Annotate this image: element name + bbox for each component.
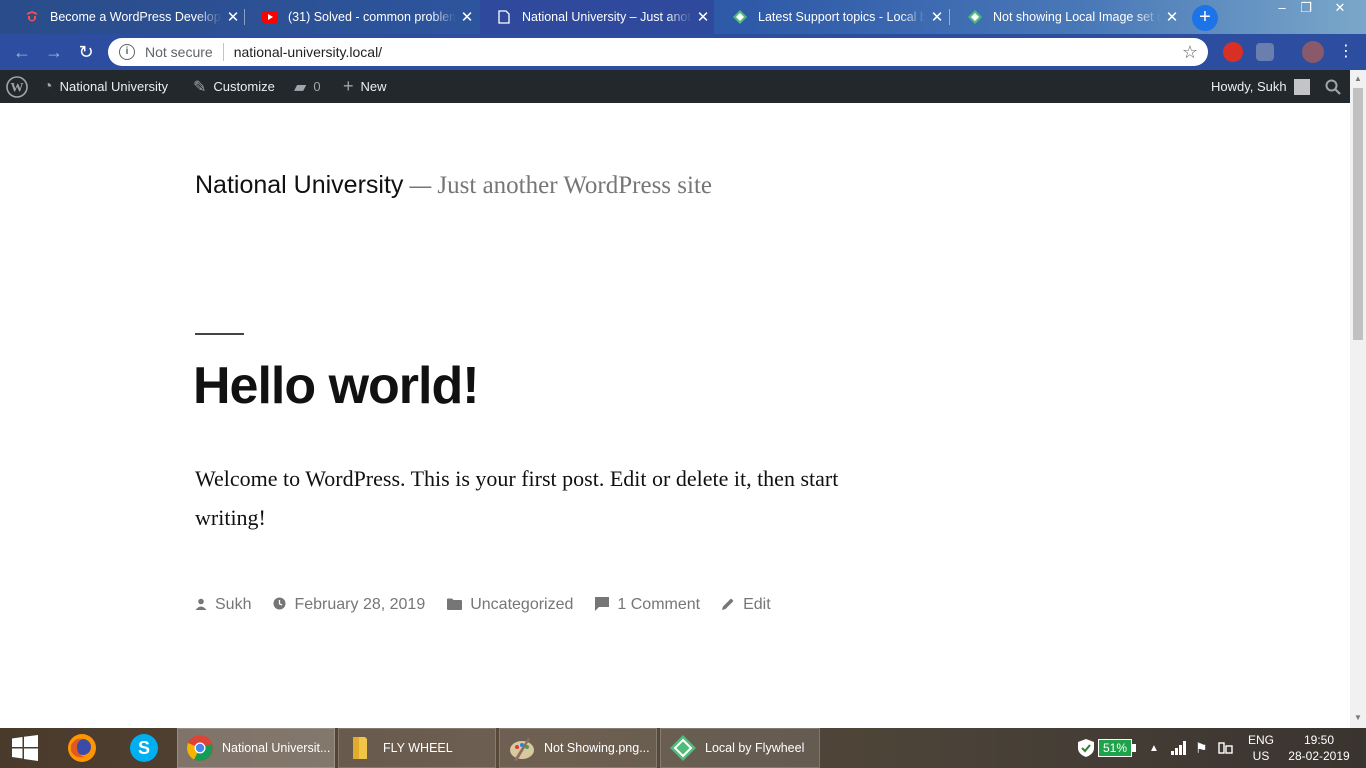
volume-icon[interactable] (1218, 728, 1234, 768)
post-date[interactable]: February 28, 2019 (273, 596, 425, 614)
extension-red-icon[interactable] (1223, 42, 1243, 62)
post-content: Welcome to WordPress. This is your first… (195, 466, 839, 530)
local-icon (670, 735, 696, 761)
close-tab-icon[interactable]: ✕ (1161, 8, 1183, 26)
local-icon (967, 9, 983, 25)
skype-icon[interactable]: S (124, 728, 164, 768)
scrollbar-thumb[interactable] (1353, 88, 1363, 340)
extension-puzzle-icon[interactable] (1256, 43, 1274, 61)
tab-youtube[interactable]: (31) Solved - common problems ✕ (246, 0, 478, 34)
new-tab-button[interactable]: + (1192, 5, 1218, 31)
tab-not-showing-local[interactable]: Not showing Local Image set up ✕ (951, 0, 1183, 34)
show-hidden-icons-icon[interactable]: ▲ (1149, 728, 1159, 768)
scroll-up-arrow-icon[interactable]: ▲ (1350, 74, 1366, 83)
svg-text:S: S (138, 738, 150, 758)
security-label[interactable]: Not secure (145, 44, 213, 60)
taskbar-app-folder[interactable]: FLY WHEEL (338, 728, 496, 768)
comment-icon: ▰ (294, 78, 307, 96)
post-author[interactable]: Sukh (195, 596, 251, 614)
windows-taskbar: S National Universit... FLY WHEEL Not Sh… (0, 728, 1366, 768)
chrome-menu-icon[interactable]: ⋮ (1334, 40, 1358, 64)
post-edit[interactable]: Edit (722, 596, 771, 614)
forward-button[interactable]: → (42, 40, 66, 64)
close-tab-icon[interactable]: ✕ (692, 8, 714, 26)
address-bar[interactable]: i Not secure national-university.local/ … (108, 38, 1208, 66)
close-tab-icon[interactable]: ✕ (926, 8, 948, 26)
user-avatar (1293, 78, 1310, 95)
restore-button[interactable]: ❐ (1292, 0, 1320, 18)
youtube-icon (262, 9, 278, 25)
defender-shield-icon[interactable] (1078, 728, 1094, 768)
tab-national-university[interactable]: National University – Just another ✕ (480, 0, 714, 34)
profile-avatar[interactable] (1302, 41, 1324, 63)
close-window-button[interactable]: ✕ (1326, 0, 1354, 18)
tab-separator (244, 9, 245, 25)
windows-start-icon[interactable] (0, 728, 50, 768)
taskbar-app-paint[interactable]: Not Showing.png... (499, 728, 657, 768)
site-branding: National University — Just another WordPre… (195, 171, 712, 200)
site-description: Just another WordPress site (437, 172, 713, 199)
tab-separator (949, 9, 950, 25)
admin-customize[interactable]: ✎ Customize (193, 70, 275, 103)
url-text[interactable]: national-university.local/ (234, 44, 1182, 60)
comment-icon (595, 596, 610, 614)
site-title-separator: — (409, 173, 432, 198)
omnibox-separator (222, 43, 224, 61)
paint-icon (510, 738, 534, 761)
svg-text:W: W (11, 79, 24, 94)
wp-admin-bar: W ◔ National University ✎ Customize ▰ 0 … (0, 70, 1350, 103)
firefox-icon[interactable] (62, 728, 102, 768)
post-comments[interactable]: 1 Comment (595, 596, 700, 614)
tab-local-support[interactable]: Latest Support topics - Local by ✕ (716, 0, 948, 34)
close-tab-icon[interactable]: ✕ (222, 8, 244, 26)
taskbar-app-chrome[interactable]: National Universit... (177, 728, 335, 768)
battery-indicator[interactable]: 51% (1098, 728, 1137, 768)
post-meta: Sukh February 28, 2019 Uncategorized 1 C… (195, 596, 793, 614)
pencil-icon (722, 597, 735, 613)
admin-new[interactable]: + New (343, 70, 387, 103)
paintbrush-icon: ✎ (193, 78, 207, 96)
chrome-icon (187, 735, 213, 761)
admin-search-icon[interactable] (1325, 70, 1341, 103)
clock[interactable]: 19:50 28-02-2019 (1284, 728, 1354, 768)
close-tab-icon[interactable]: ✕ (456, 8, 478, 26)
reload-button[interactable]: ↻ (74, 40, 98, 64)
tab-udemy[interactable]: Become a WordPress Developer ✕ (8, 0, 244, 34)
bookmark-star-icon[interactable]: ☆ (1182, 42, 1198, 63)
tab-strip: Become a WordPress Developer ✕ (31) Solv… (0, 0, 1366, 34)
clock-icon (273, 597, 286, 613)
page-icon (496, 9, 512, 25)
battery-tip (1132, 744, 1137, 752)
post-title[interactable]: Hello world! (193, 356, 480, 416)
wordpress-logo-icon[interactable]: W (6, 70, 28, 103)
page-content: National University — Just another WordPre… (0, 103, 1350, 728)
admin-comments[interactable]: ▰ 0 (294, 70, 321, 103)
plus-icon: + (343, 76, 354, 96)
person-icon (195, 597, 207, 613)
local-icon (732, 9, 748, 25)
browser-toolbar: ← → ↻ i Not secure national-university.l… (0, 34, 1366, 70)
folder-icon (447, 597, 463, 613)
scroll-down-arrow-icon[interactable]: ▼ (1350, 713, 1366, 722)
admin-account[interactable]: Howdy, Sukh (1211, 70, 1310, 103)
info-icon[interactable]: i (119, 44, 135, 60)
action-flag-icon[interactable]: ⚑ (1195, 728, 1208, 768)
post-category[interactable]: Uncategorized (447, 596, 573, 614)
entry-divider (195, 333, 244, 335)
folder-icon (353, 737, 367, 759)
dashboard-icon: ◔ (43, 77, 53, 95)
language-indicator[interactable]: ENG US (1244, 728, 1278, 768)
network-icon[interactable] (1171, 728, 1187, 768)
page-scrollbar[interactable]: ▲ ▼ (1350, 70, 1366, 728)
udemy-icon (24, 9, 40, 25)
site-title-link[interactable]: National University (195, 171, 403, 199)
taskbar-app-local[interactable]: Local by Flywheel (660, 728, 820, 768)
back-button[interactable]: ← (10, 40, 34, 64)
admin-site-name[interactable]: ◔ National University (43, 70, 168, 103)
